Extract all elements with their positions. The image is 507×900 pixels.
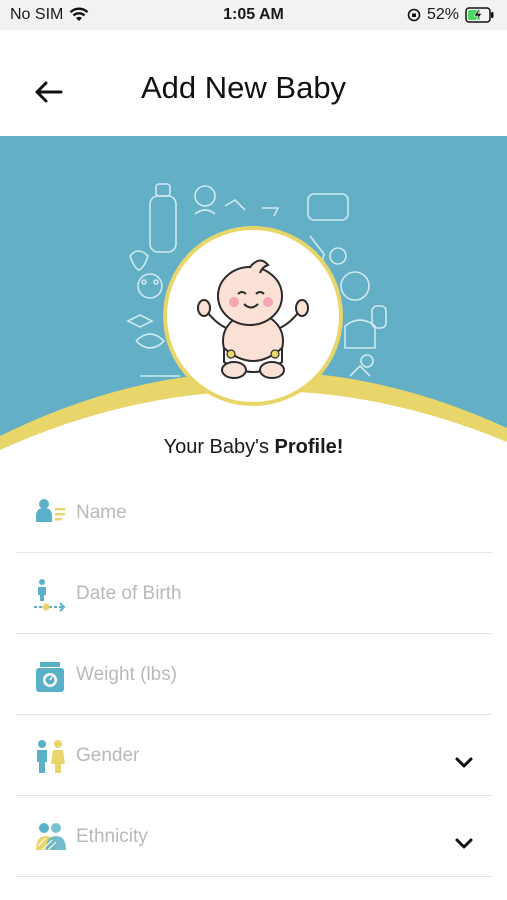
orientation-lock-icon bbox=[407, 8, 421, 22]
status-right: 52% bbox=[407, 6, 495, 24]
scale-icon bbox=[36, 662, 64, 692]
gender-field[interactable]: Gender bbox=[16, 715, 492, 796]
battery-charging-icon bbox=[465, 7, 494, 23]
status-bar: No SIM 1:05 AM 52% bbox=[0, 0, 507, 30]
chevron-down-icon[interactable] bbox=[452, 832, 476, 856]
back-button[interactable] bbox=[28, 74, 68, 110]
chevron-down-icon[interactable] bbox=[452, 751, 476, 775]
name-placeholder: Name bbox=[76, 502, 127, 523]
name-icon bbox=[36, 499, 65, 522]
battery-percent: 52% bbox=[426, 6, 459, 23]
page-title: Add New Baby bbox=[141, 70, 347, 105]
profile-caption: Your Baby's Profile! bbox=[0, 436, 507, 459]
weight-field[interactable]: Weight (lbs) bbox=[16, 634, 492, 715]
header: Add New Baby bbox=[0, 30, 507, 136]
caption-emphasis: Profile! bbox=[274, 436, 344, 458]
name-field[interactable]: Name bbox=[16, 472, 492, 553]
ethnicity-placeholder: Ethnicity bbox=[76, 826, 148, 847]
weight-placeholder: Weight (lbs) bbox=[76, 664, 178, 685]
caption-prefix: Your Baby's bbox=[163, 436, 275, 458]
back-arrow-icon bbox=[35, 81, 63, 103]
profile-banner bbox=[0, 136, 507, 466]
date-of-birth-field[interactable]: Date of Birth bbox=[16, 553, 492, 634]
date-of-birth-placeholder: Date of Birth bbox=[76, 583, 182, 604]
ethnicity-icon bbox=[36, 823, 66, 851]
date-of-birth-icon bbox=[34, 579, 66, 612]
ethnicity-field[interactable]: Ethnicity bbox=[16, 796, 492, 877]
gender-placeholder: Gender bbox=[76, 745, 140, 766]
gender-icon bbox=[37, 740, 65, 773]
